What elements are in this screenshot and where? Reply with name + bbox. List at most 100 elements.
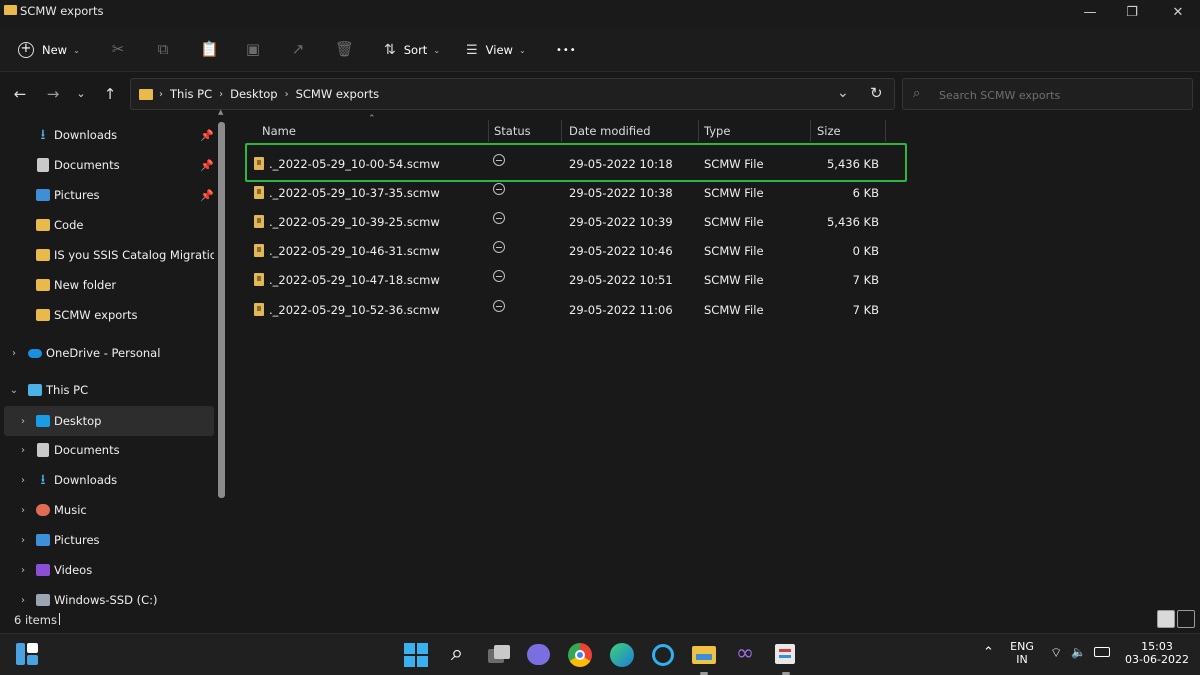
file-row[interactable]: ._2022-05-29_10-46-31.scmw 29-05-2022 10… (244, 236, 904, 265)
sidebar-item-onedrive[interactable]: › OneDrive - Personal (0, 338, 214, 368)
visual-studio-icon[interactable]: ∞ (732, 642, 758, 668)
chevron-right-icon[interactable]: › (18, 505, 28, 516)
sidebar-item-music[interactable]: › Music (0, 495, 214, 525)
breadcrumb-this-pc[interactable]: This PC (170, 87, 212, 101)
file-row[interactable]: ._2022-05-29_10-47-18.scmw 29-05-2022 10… (244, 265, 904, 294)
breadcrumb-scmw-exports[interactable]: SCMW exports (296, 87, 380, 101)
wifi-icon[interactable]: ⌔ (1050, 645, 1062, 661)
pin-icon[interactable]: 📌 (200, 189, 214, 202)
column-size[interactable]: Size (817, 124, 841, 138)
chevron-right-icon[interactable]: › (18, 565, 28, 576)
column-date-modified[interactable]: Date modified (569, 124, 651, 138)
tiles-view-button[interactable] (1177, 610, 1195, 628)
folder-icon (36, 279, 50, 291)
widgets-icon[interactable] (16, 643, 38, 665)
file-icon (254, 186, 264, 199)
column-name[interactable]: Name (262, 124, 296, 138)
sidebar-item-pictures[interactable]: Pictures 📌 (0, 180, 214, 210)
videos-icon (36, 564, 50, 576)
pin-icon[interactable]: 📌 (200, 159, 214, 172)
rename-icon[interactable]: ▣ (245, 40, 261, 58)
refresh-icon[interactable]: ↻ (870, 84, 883, 102)
column-divider[interactable] (561, 120, 562, 142)
sidebar-item-pc-documents[interactable]: › Documents (0, 435, 214, 465)
sidebar-item-pc-pictures[interactable]: › Pictures (0, 525, 214, 555)
details-view-button[interactable] (1157, 610, 1175, 628)
new-button[interactable]: + New ⌄ (18, 38, 80, 62)
chevron-right-icon[interactable]: › (9, 348, 19, 359)
chevron-up-icon[interactable]: ⌃ (983, 645, 994, 660)
column-divider[interactable] (885, 120, 886, 142)
folder-icon (36, 249, 50, 261)
paste-icon[interactable]: 📋 (200, 40, 219, 58)
file-name: ._2022-05-29_10-39-25.scmw (269, 215, 440, 229)
sidebar-item-label: Pictures (54, 188, 100, 202)
sidebar-item-videos[interactable]: › Videos (0, 555, 214, 585)
breadcrumb-desktop[interactable]: Desktop (230, 87, 277, 101)
music-icon (36, 504, 50, 516)
address-bar[interactable]: › This PC › Desktop › SCMW exports ⌄ ↻ (130, 78, 895, 110)
cut-icon[interactable]: ✂ (110, 40, 126, 58)
sidebar-item-ssis-catalog-migration[interactable]: IS you SSIS Catalog Migration re (0, 240, 214, 270)
share-icon[interactable]: ↗ (290, 40, 306, 58)
column-divider[interactable] (698, 120, 699, 142)
search-box[interactable]: ⌕ (902, 78, 1193, 110)
copy-icon[interactable]: ⧉ (155, 40, 171, 58)
chevron-down-icon[interactable]: ⌄ (9, 385, 19, 396)
window-title: SCMW exports (20, 4, 104, 18)
sidebar-item-code[interactable]: Code (0, 210, 214, 240)
forward-button[interactable]: → (43, 84, 63, 104)
scroll-up-arrow-icon[interactable]: ▲ (218, 108, 223, 116)
recent-locations-button[interactable]: ⌄ (71, 84, 91, 104)
task-view-icon[interactable] (486, 642, 512, 668)
restore-button[interactable]: ❐ (1110, 0, 1154, 28)
column-divider[interactable] (810, 120, 811, 142)
close-button[interactable]: ✕ (1156, 0, 1200, 28)
sidebar-item-label: Pictures (54, 533, 100, 547)
scmw-app-icon[interactable] (773, 642, 799, 675)
clock[interactable]: 15:03 03-06-2022 (1122, 640, 1192, 666)
pin-icon[interactable]: 📌 (200, 129, 214, 142)
column-divider[interactable] (488, 120, 489, 142)
chevron-right-icon[interactable]: › (18, 535, 28, 546)
back-button[interactable]: ← (10, 84, 30, 104)
sidebar-item-desktop[interactable]: › Desktop (4, 406, 214, 436)
more-options-button[interactable]: ••• (556, 38, 577, 62)
column-type[interactable]: Type (704, 124, 730, 138)
file-row[interactable]: ._2022-05-29_10-52-36.scmw 29-05-2022 11… (244, 295, 904, 324)
delete-icon[interactable]: 🗑 (335, 40, 354, 58)
search-input[interactable] (939, 86, 1179, 104)
chevron-right-icon[interactable]: › (18, 595, 28, 606)
file-row[interactable]: ._2022-05-29_10-37-35.scmw 29-05-2022 10… (244, 178, 904, 207)
start-icon[interactable] (403, 642, 429, 668)
sort-ascending-icon: ⌃ (368, 114, 376, 124)
edge-icon[interactable] (609, 642, 635, 668)
sidebar-scrollbar[interactable] (218, 122, 225, 498)
input-language[interactable]: ENG IN (1008, 640, 1036, 666)
chrome-icon[interactable] (567, 642, 593, 668)
volume-icon[interactable]: 🔈 (1071, 645, 1086, 659)
sidebar-item-new-folder[interactable]: New folder (0, 270, 214, 300)
chevron-right-icon[interactable]: › (18, 475, 28, 486)
sidebar-item-pc-downloads[interactable]: › ⭳ Downloads (0, 465, 214, 495)
chevron-right-icon[interactable]: › (18, 416, 28, 427)
file-icon (254, 244, 264, 257)
navigation-pane: ⭳ Downloads 📌 Documents 📌 Pictures 📌 Cod… (0, 118, 228, 608)
address-dropdown-icon[interactable]: ⌄ (837, 85, 849, 101)
view-button[interactable]: ☰ View ⌄ (466, 38, 526, 62)
minimize-button[interactable]: — (1068, 0, 1112, 28)
column-status[interactable]: Status (494, 124, 531, 138)
up-button[interactable]: ↑ (100, 84, 120, 104)
chevron-right-icon[interactable]: › (18, 445, 28, 456)
sidebar-item-downloads[interactable]: ⭳ Downloads 📌 (0, 120, 214, 150)
sidebar-item-this-pc[interactable]: ⌄ This PC (0, 375, 214, 405)
chat-icon[interactable] (526, 642, 552, 668)
sort-button[interactable]: ⇅ Sort ⌄ (384, 38, 440, 62)
file-row[interactable]: ._2022-05-29_10-39-25.scmw 29-05-2022 10… (244, 207, 904, 236)
sidebar-item-documents[interactable]: Documents 📌 (0, 150, 214, 180)
file-explorer-icon[interactable] (691, 642, 717, 675)
sidebar-item-scmw-exports[interactable]: SCMW exports (0, 300, 214, 330)
battery-icon[interactable] (1094, 647, 1110, 657)
search-icon[interactable]: ⌕ (444, 642, 470, 668)
cortana-icon[interactable] (650, 642, 676, 668)
